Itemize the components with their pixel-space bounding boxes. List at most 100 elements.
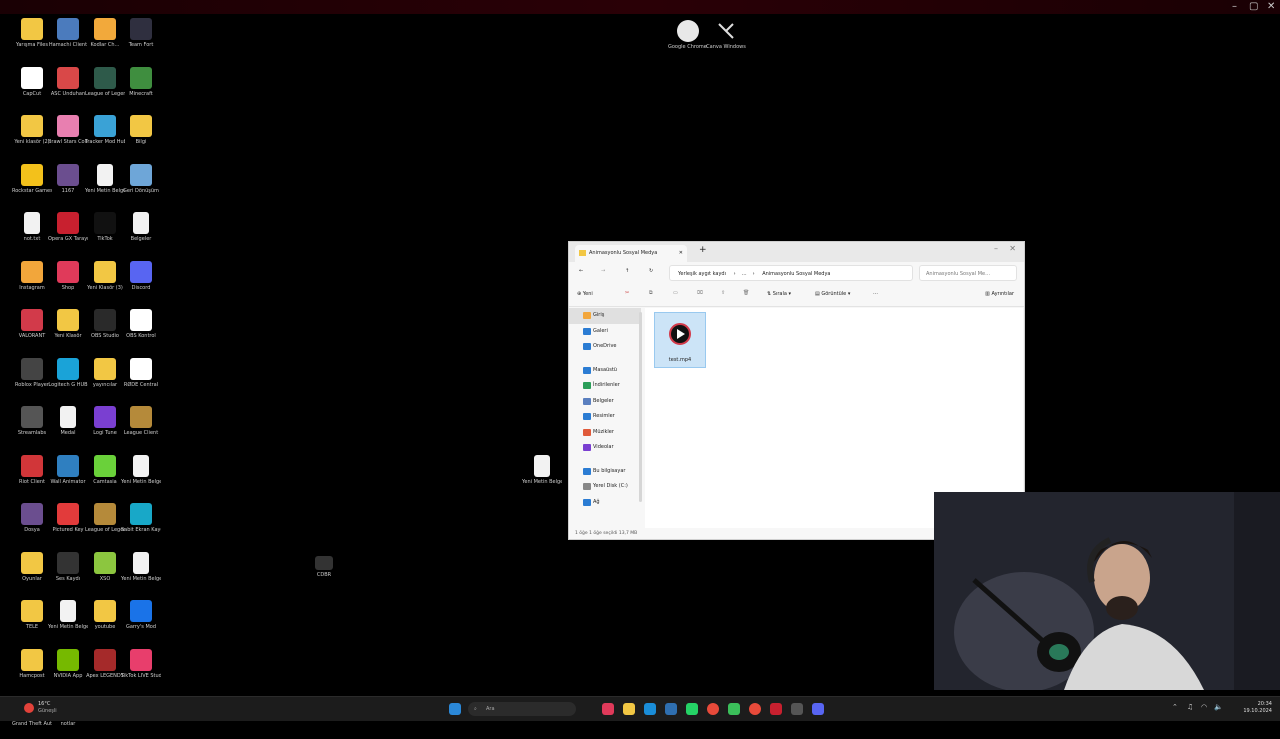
desktop-icon[interactable]: TikTok LIVE Studio (121, 648, 161, 691)
desktop-icon[interactable]: Bilgi (121, 115, 161, 157)
taskbar-app-obs-icon[interactable] (791, 703, 803, 715)
sort-button[interactable]: ⇅ Sırala ▾ (767, 291, 791, 297)
desktop-icon[interactable]: Yeni Metin Belgesi (3) (121, 551, 161, 594)
desktop-icon[interactable]: League of Legends (85, 503, 125, 545)
nav-item[interactable]: Yerel Disk (C:) (569, 479, 641, 495)
desktop-icon[interactable]: Geri Dönüşüm (121, 163, 161, 206)
desktop-icon[interactable]: Tracker Mod Hub (85, 115, 125, 157)
more-button[interactable]: … (873, 290, 878, 296)
close-icon[interactable]: ✕ (1267, 1, 1275, 12)
desktop-icon[interactable]: Yeni Klasör (48, 309, 88, 351)
desktop-icon[interactable]: Brawl Stars Collection (48, 115, 88, 157)
taskbar-app-chrome-icon[interactable] (707, 703, 719, 715)
desktop-icon[interactable]: Logitech G HUB (48, 357, 88, 400)
tray-app-icon[interactable]: ♫ (1187, 703, 1193, 711)
nav-item[interactable]: Giriş (569, 308, 641, 324)
forward-icon[interactable]: → (601, 268, 605, 274)
taskbar-search[interactable]: ⌕ Ara (468, 702, 576, 716)
maximize-icon[interactable]: ▢ (1249, 1, 1258, 12)
desktop-icon[interactable]: OBS Kontrol (121, 309, 161, 351)
taskbar-app-whatsapp-icon[interactable] (686, 703, 698, 715)
desktop-icon[interactable]: yayıncılar (85, 357, 125, 400)
minimize-icon[interactable]: – (1232, 1, 1237, 12)
desktop-icon[interactable]: Discord (121, 260, 161, 303)
desktop-icon[interactable]: Instagram (12, 260, 52, 303)
window-minimize-icon[interactable]: – (994, 244, 998, 253)
nav-item[interactable]: İndirilenler (569, 378, 641, 394)
desktop-icon[interactable]: Riot Client (12, 454, 52, 497)
taskbar-app-discord-icon[interactable] (812, 703, 824, 715)
desktop-icon[interactable]: Dosya (12, 503, 52, 545)
desktop-icon[interactable]: Sabit Ekran Kaydı (121, 503, 161, 545)
volume-icon[interactable]: 🔈 (1214, 703, 1223, 711)
tab-close-icon[interactable]: ✕ (679, 245, 683, 262)
desktop-icon[interactable]: Hamcpost (12, 648, 52, 691)
nav-item[interactable]: Belgeler (569, 394, 641, 410)
tab-animasyonlu[interactable]: Animasyonlu Sosyal Medya ✕ (575, 245, 687, 262)
paste-icon[interactable]: ▭ (673, 290, 678, 296)
desktop-icon[interactable]: Ses Kaydı (48, 551, 88, 594)
nav-item[interactable]: Videolar (569, 440, 641, 456)
desktop-icon[interactable]: Yeni Metin Belgesi (2) (121, 454, 161, 497)
taskbar-app-edge-icon[interactable] (644, 703, 656, 715)
weather-widget[interactable]: 16°C Güneşli (24, 701, 104, 717)
nav-scrollbar[interactable] (639, 312, 642, 502)
nav-item[interactable]: Masaüstü (569, 363, 641, 379)
desktop-icon[interactable]: NVIDIA App (48, 648, 88, 691)
rename-icon[interactable]: ⌧ (697, 290, 703, 296)
desktop-icon[interactable]: Apex LEGENDS (85, 648, 125, 691)
nav-item[interactable]: Müzikler (569, 425, 641, 441)
nav-item[interactable]: Bu bilgisayar (569, 464, 641, 480)
desktop-icon[interactable]: Hamachi Client (48, 18, 88, 60)
desktop-icon[interactable]: TELE (12, 600, 52, 642)
refresh-icon[interactable]: ↻ (649, 268, 653, 274)
taskbar-app-spotify-icon[interactable] (728, 703, 740, 715)
desktop-icon[interactable]: Rockstar Games (12, 163, 52, 206)
nav-item[interactable]: Resimler (569, 409, 641, 425)
desktop-icon[interactable]: Medal (48, 406, 88, 448)
search-field[interactable]: Animasyonlu Sosyal Me… (919, 265, 1017, 281)
taskbar-app-store-icon[interactable] (665, 703, 677, 715)
copy-icon[interactable]: ⧉ (649, 290, 653, 296)
nav-item[interactable]: Galeri (569, 324, 641, 340)
desktop-icon[interactable]: Minecraft (121, 66, 161, 109)
desktop-icon-text-file[interactable]: Yeni Metin Belgesi (5) (522, 455, 562, 497)
desktop-icon[interactable]: Wall Animator (48, 454, 88, 497)
taskbar-app-copilot-icon[interactable] (602, 703, 614, 715)
desktop-icon[interactable]: Roblox Player (12, 357, 52, 400)
desktop-icon[interactable]: Streamlabs (12, 406, 52, 448)
delete-icon[interactable]: 🗑 (743, 290, 749, 296)
desktop-icon[interactable]: CapCut (12, 66, 52, 109)
desktop-icon[interactable]: Team Fort (121, 18, 161, 60)
desktop-icon[interactable]: Kodlar Ch… (85, 18, 125, 60)
desktop-icon[interactable]: Pictured Key (48, 503, 88, 545)
desktop-icon-cdbr[interactable]: CDBR (304, 556, 344, 598)
desktop-icon[interactable]: Opera GX Tarayıcı (48, 212, 88, 254)
wifi-icon[interactable]: ◠ (1201, 703, 1207, 711)
desktop-icon[interactable]: youtube (85, 600, 125, 642)
desktop-icon[interactable]: Camtasia (85, 454, 125, 497)
desktop-icon[interactable]: Shop (48, 260, 88, 303)
desktop-icon[interactable]: Logi Tune (85, 406, 125, 448)
desktop-icon[interactable]: Yeni klasör (2) (12, 115, 52, 157)
desktop-icon[interactable]: Yarışma Files (12, 18, 52, 60)
desktop-icon[interactable]: Oyunlar (12, 551, 52, 594)
new-tab-icon[interactable]: + (699, 245, 707, 255)
address-field[interactable]: Yerleşik aygıt kaydı ›… › Animasyonlu Sos… (669, 265, 913, 281)
taskbar-app-opera-icon[interactable] (770, 703, 782, 715)
back-icon[interactable]: ← (579, 268, 583, 274)
desktop-icon-canva[interactable]: Canva Windows (706, 20, 746, 62)
desktop-icon[interactable]: Yeni Klasör (3) (85, 260, 125, 303)
desktop-icon[interactable]: 1167 (48, 163, 88, 206)
window-close-icon[interactable]: ✕ (1009, 244, 1016, 253)
share-icon[interactable]: ⇪ (721, 290, 725, 296)
desktop-icon-chrome-profile[interactable]: Google Chrome Profil (668, 20, 708, 62)
nav-item[interactable]: Ağ (569, 495, 641, 511)
start-icon[interactable] (449, 703, 461, 715)
desktop-icon[interactable]: RØDE Central (121, 357, 161, 400)
desktop-icon[interactable]: League of Legends PBE (85, 66, 125, 109)
desktop-icon[interactable]: Yeni Metin Belgesi (4) (48, 600, 88, 642)
desktop-icon[interactable]: Garry's Mod (121, 600, 161, 642)
desktop-icon[interactable]: VALORANT (12, 309, 52, 351)
nav-item[interactable]: OneDrive (569, 339, 641, 355)
